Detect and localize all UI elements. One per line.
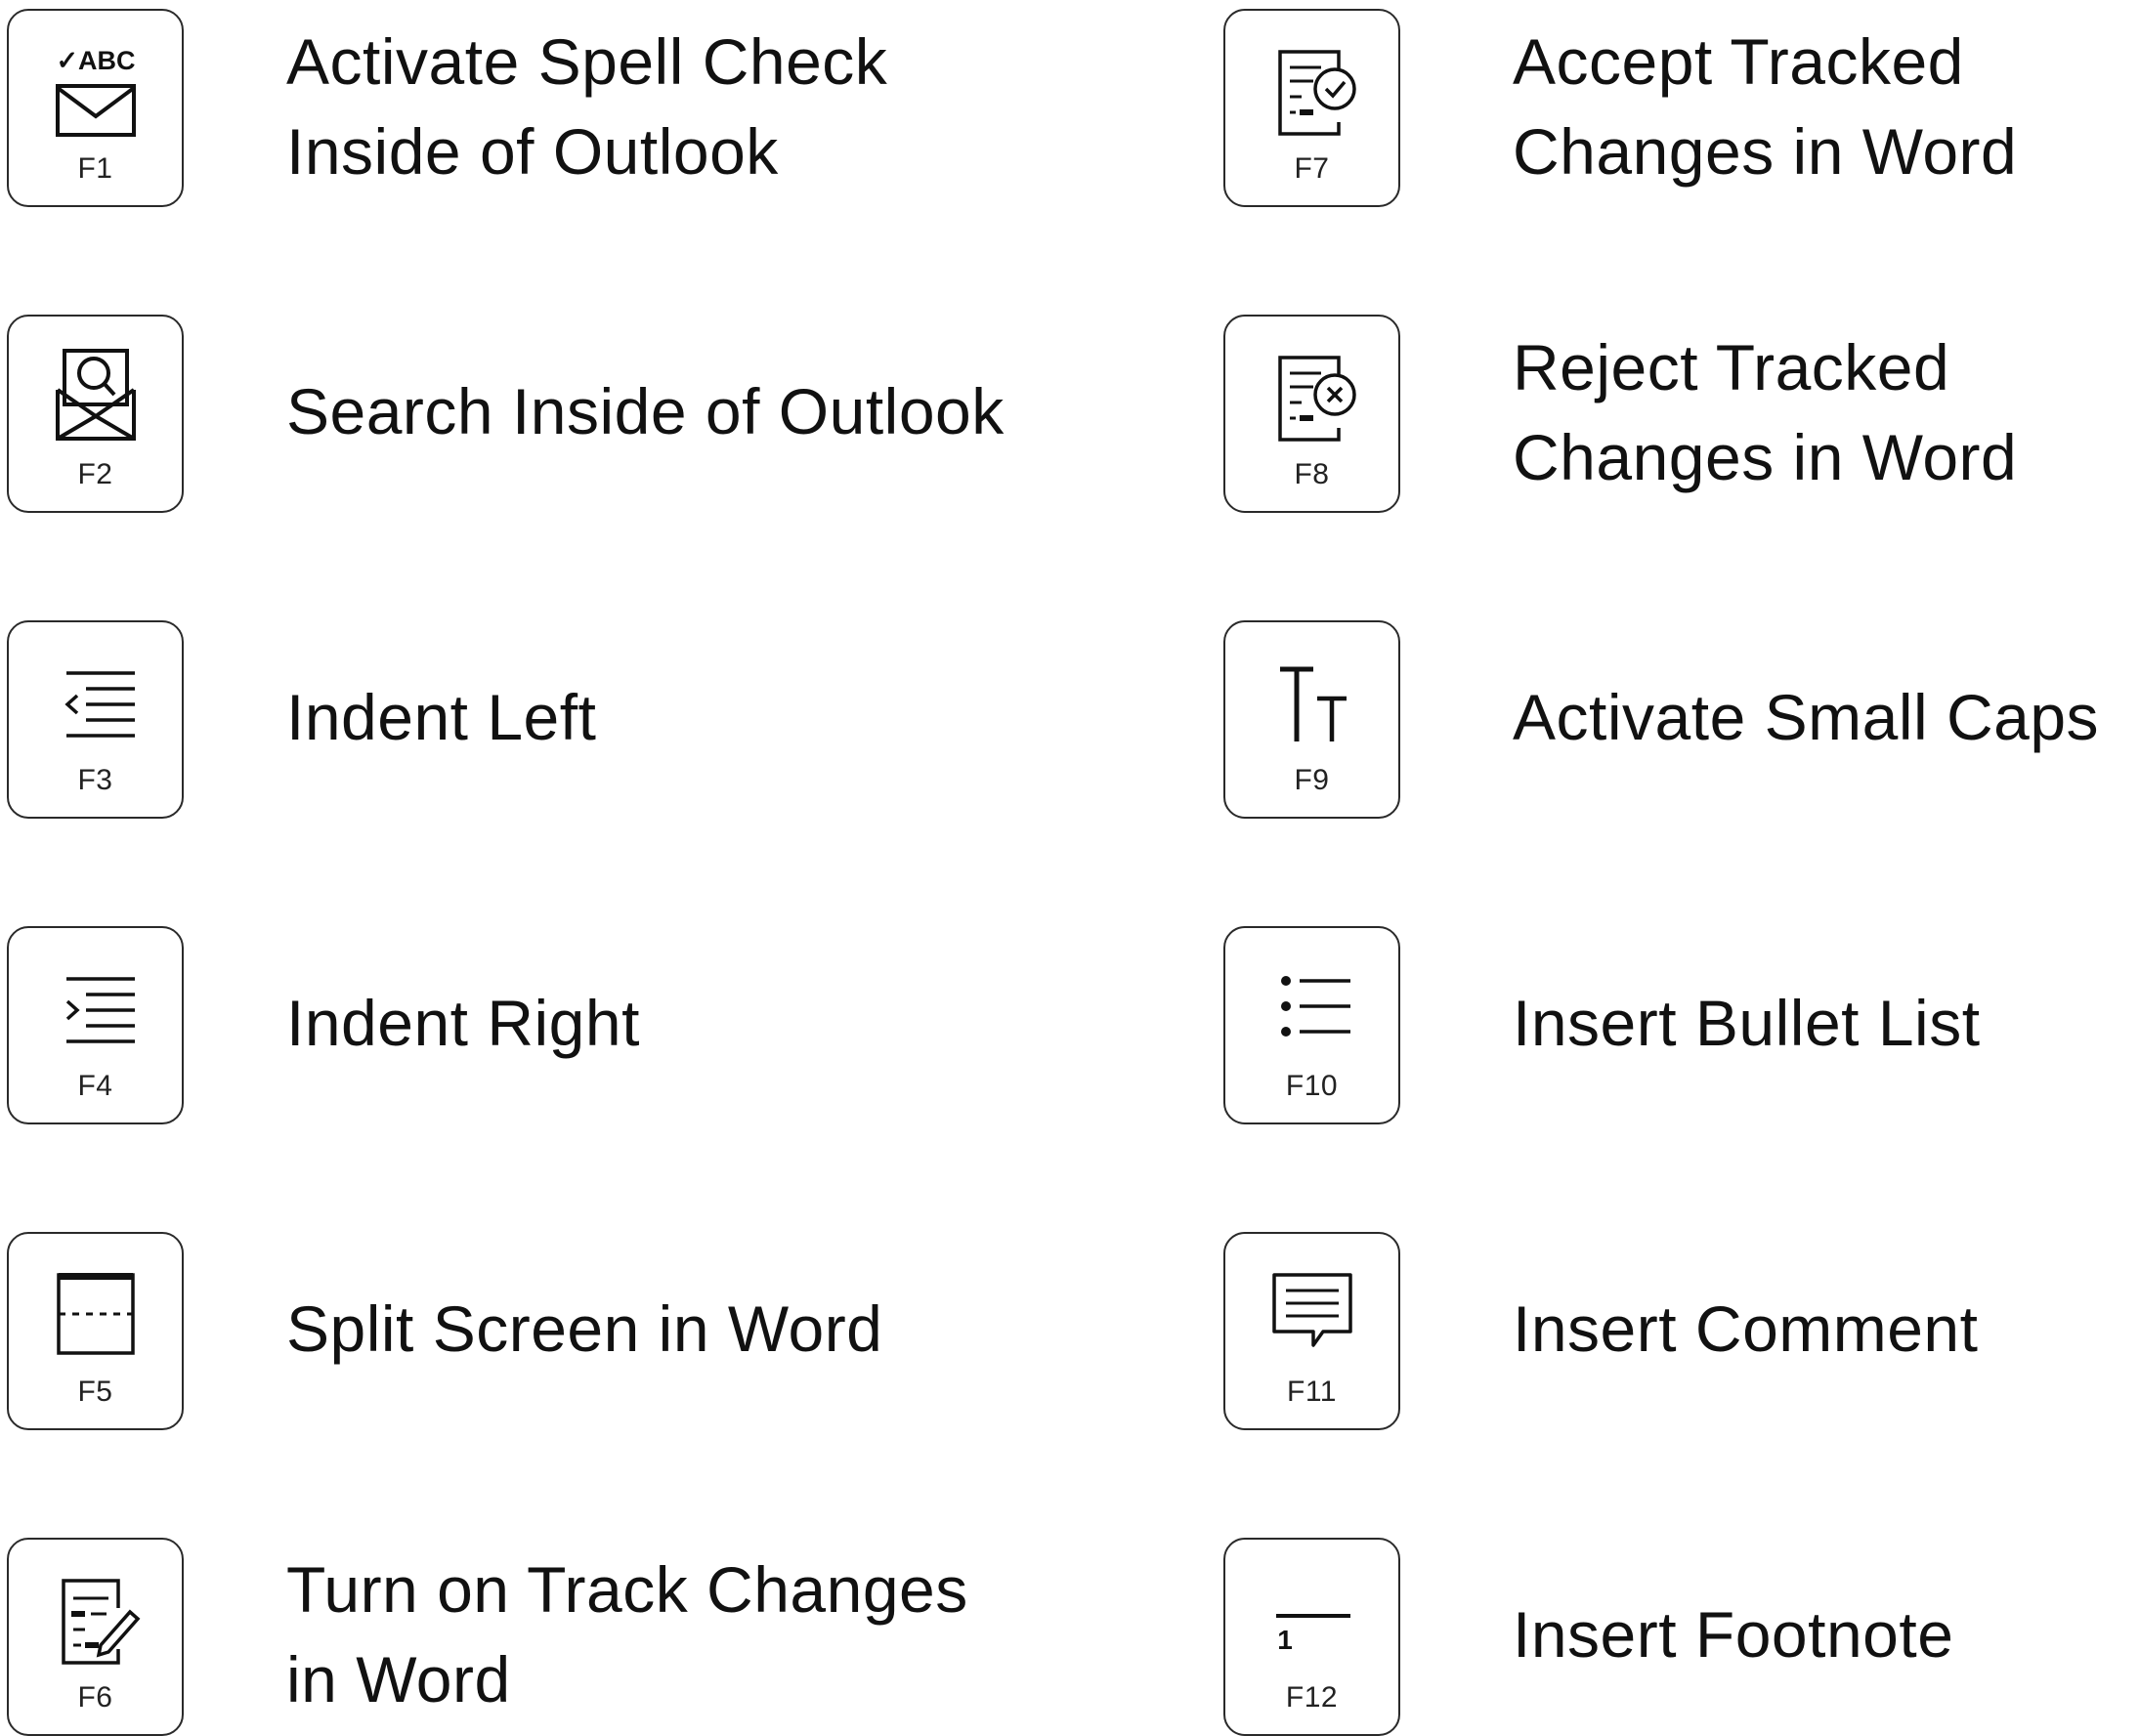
- key-label: F5: [77, 1376, 113, 1408]
- key-label: F9: [1294, 764, 1330, 796]
- indent-right-icon: [65, 977, 135, 1043]
- shortcut-description: Indent Left: [286, 681, 597, 753]
- key-f8[interactable]: F8: [1223, 315, 1400, 513]
- shortcut-description: Insert Bullet List: [1513, 987, 1981, 1059]
- key-f12[interactable]: 1 F12: [1223, 1538, 1400, 1736]
- key-f7[interactable]: F7: [1223, 9, 1400, 207]
- shortcut-description: Insert Comment: [1513, 1292, 1979, 1365]
- spell-check-mark: ✓ABC: [56, 46, 135, 75]
- key-f2[interactable]: F2: [7, 315, 184, 513]
- key-f5[interactable]: F5: [7, 1232, 184, 1430]
- shortcut-description: Accept Tracked Changes in Word: [1513, 25, 2018, 188]
- search-mail-icon: [55, 349, 136, 441]
- shortcut-description: Reject Tracked Changes in Word: [1513, 331, 2018, 493]
- key-f6[interactable]: F6: [7, 1538, 184, 1736]
- key-label: F2: [77, 458, 113, 490]
- key-f11[interactable]: F11: [1223, 1232, 1400, 1430]
- key-label: F10: [1285, 1070, 1339, 1102]
- key-label: F4: [77, 1070, 113, 1102]
- comment-icon: [1271, 1273, 1352, 1347]
- spell-check-mail-icon: ✓ABC: [55, 46, 136, 137]
- accept-changes-icon: [1277, 50, 1356, 136]
- shortcut-description: Activate Small Caps: [1513, 681, 2100, 753]
- indent-left-icon: [64, 671, 135, 738]
- key-label: F1: [77, 152, 113, 185]
- key-label: F6: [77, 1681, 113, 1714]
- shortcut-description: Insert Footnote: [1513, 1598, 1954, 1671]
- shortcut-description: Indent Right: [286, 987, 640, 1059]
- split-screen-icon: [56, 1273, 135, 1355]
- bullet-list-icon: [1280, 976, 1350, 1037]
- shortcut-description: Turn on Track Changes in Word: [286, 1553, 968, 1715]
- key-f4[interactable]: F4: [7, 926, 184, 1124]
- key-label: F11: [1287, 1376, 1337, 1408]
- track-changes-icon: [61, 1579, 140, 1665]
- shortcut-description: Search Inside of Outlook: [286, 375, 1005, 447]
- key-label: F8: [1294, 458, 1330, 490]
- shortcut-description: Activate Spell Check Inside of Outlook: [286, 25, 888, 188]
- footnote-icon: 1: [1275, 1614, 1350, 1655]
- key-f3[interactable]: F3: [7, 620, 184, 819]
- small-caps-icon: [1279, 666, 1347, 741]
- key-f10[interactable]: F10: [1223, 926, 1400, 1124]
- key-label: F3: [77, 764, 113, 796]
- key-f9[interactable]: F9: [1223, 620, 1400, 819]
- shortcut-description: Split Screen in Word: [286, 1292, 883, 1365]
- key-label: F7: [1294, 152, 1330, 185]
- key-f1[interactable]: ✓ABC F1: [7, 9, 184, 207]
- key-label: F12: [1285, 1681, 1339, 1714]
- footnote-number: 1: [1277, 1625, 1293, 1655]
- reject-changes-icon: [1277, 356, 1356, 442]
